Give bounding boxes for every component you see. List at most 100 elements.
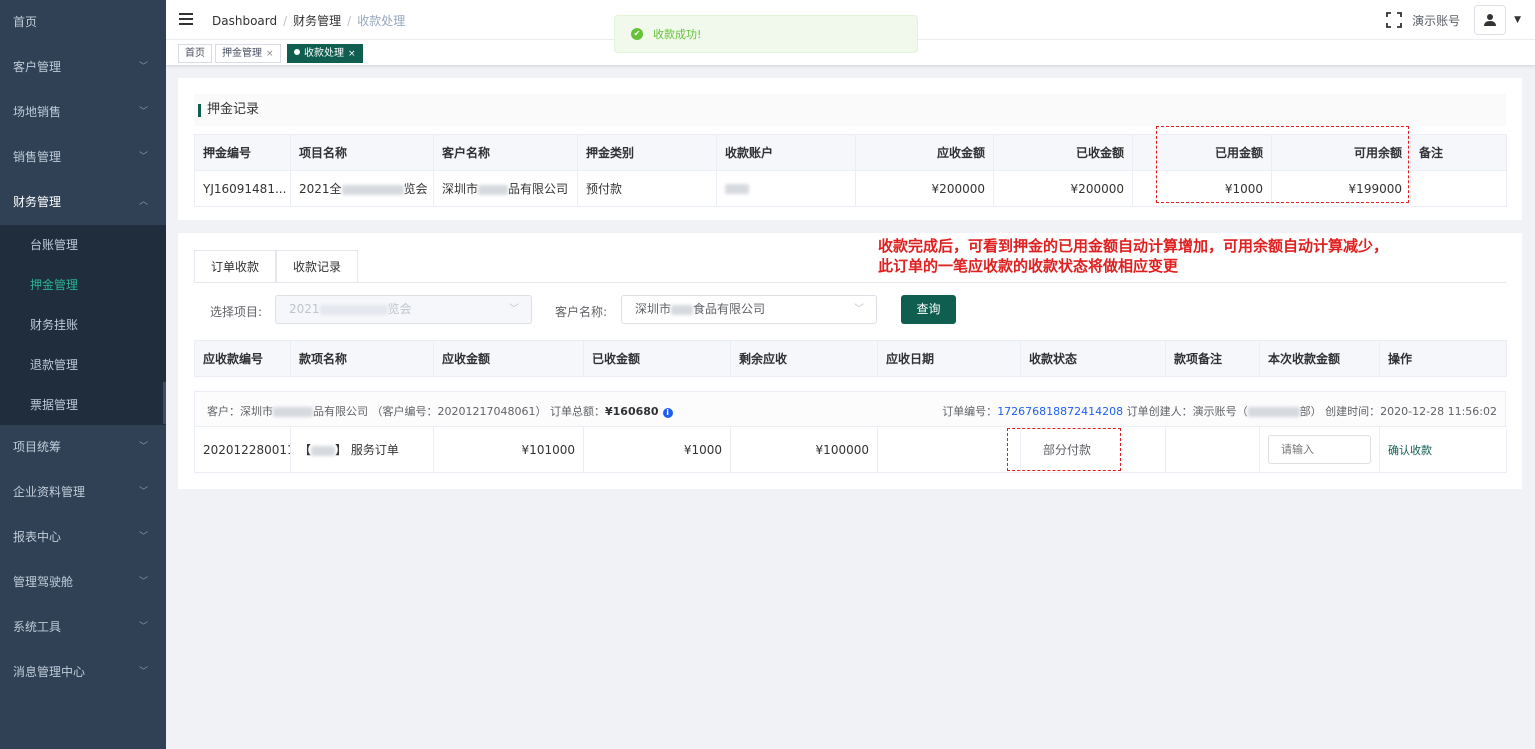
confirm-collection-link[interactable]: 确认收款 [1388, 444, 1432, 457]
project-name: 2021全 览会 [290, 170, 434, 207]
sidebar-item-home[interactable]: 首页 [0, 0, 166, 45]
menu-toggle-icon[interactable] [179, 13, 193, 25]
sidebar-scrollbar[interactable] [163, 382, 166, 424]
receivable-amount: ¥200000 [855, 170, 994, 207]
column-header: 操作 [1379, 340, 1507, 377]
sidebar-item-label: 场地销售 [13, 105, 62, 119]
sidebar-item-project[interactable]: 项目统筹 ﹀ [0, 425, 166, 470]
chevron-up-icon: ︿ [138, 197, 148, 207]
item-remark [1165, 426, 1260, 473]
sidebar-subitem-invoice[interactable]: 票据管理 [0, 385, 166, 425]
remaining-amount: ¥100000 [730, 426, 878, 473]
action-cell: 确认收款 [1379, 426, 1507, 473]
sidebar-item-label: 企业资料管理 [13, 485, 86, 499]
payment-amount-input[interactable] [1268, 435, 1371, 464]
sidebar-item-sales[interactable]: 销售管理 ﹀ [0, 135, 166, 180]
tag-collection[interactable]: 收款处理 × [287, 44, 363, 63]
received-amount: ¥200000 [993, 170, 1133, 207]
created-time: 2020-12-28 11:56:02 [1380, 405, 1497, 418]
close-icon[interactable]: × [266, 49, 274, 59]
sidebar-subitem-deposit[interactable]: 押金管理 [0, 265, 166, 305]
sidebar-item-label: 财务管理 [13, 195, 62, 209]
tab-collection-records[interactable]: 收款记录 [276, 250, 359, 283]
annotation-line: 收款完成后，可看到押金的已用金额自动计算增加，可用余额自动计算减少， [878, 237, 1389, 255]
chevron-down-icon: ﹀ [138, 667, 148, 677]
deposit-category: 预付款 [577, 170, 717, 207]
avatar[interactable] [1474, 5, 1507, 35]
sidebar-item-label: 系统工具 [13, 620, 62, 634]
order-number-link[interactable]: 172676818872414208 [997, 405, 1123, 418]
customer-select[interactable]: 深圳市 食品有限公司 ﹀ [621, 295, 877, 324]
check-circle-icon: ✔ [631, 28, 643, 40]
chevron-down-icon: ﹀ [138, 442, 148, 452]
sidebar-item-enterprise[interactable]: 企业资料管理 ﹀ [0, 470, 166, 515]
chevron-down-icon: ﹀ [138, 577, 148, 587]
column-header: 客户名称 [433, 134, 578, 171]
project-label: 选择项目: [210, 305, 263, 319]
received-amount: ¥1000 [583, 426, 731, 473]
sidebar-item-tools[interactable]: 系统工具 ﹀ [0, 605, 166, 650]
item-name: 【】 服务订单 [290, 426, 434, 473]
sidebar-item-finance[interactable]: 财务管理 ︿ [0, 180, 166, 225]
toast-text: 收款成功! [653, 28, 702, 41]
sidebar-item-label: 报表中心 [13, 530, 62, 544]
sidebar-subitem-ledger[interactable]: 台账管理 [0, 225, 166, 265]
due-date [877, 426, 1021, 473]
sidebar-item-customer[interactable]: 客户管理 ﹀ [0, 45, 166, 90]
column-header: 收款账户 [716, 134, 856, 171]
column-header: 剩余应收 [730, 340, 878, 377]
tag-home[interactable]: 首页 [178, 44, 212, 63]
customer-label: 客户名称: [555, 305, 608, 319]
fullscreen-icon[interactable] [1386, 12, 1402, 28]
sidebar-item-label: 消息管理中心 [13, 665, 86, 679]
column-header: 款项备注 [1165, 340, 1260, 377]
chevron-down-icon: ﹀ [509, 304, 519, 315]
tag-deposit[interactable]: 押金管理 × [215, 44, 281, 63]
chevron-down-icon: ﹀ [854, 304, 864, 315]
customer-name: 深圳市 品有限公司 [433, 170, 578, 207]
breadcrumb-item[interactable]: Dashboard [212, 14, 277, 28]
caret-down-icon[interactable]: ▼ [1514, 15, 1521, 25]
project-select[interactable]: 2021 览会 ﹀ [275, 295, 532, 324]
close-icon[interactable]: × [348, 49, 356, 59]
chevron-down-icon: ﹀ [138, 107, 148, 117]
section-title: 押金记录 [194, 94, 1506, 126]
account-name: 演示账号 [1412, 13, 1461, 28]
sidebar-item-label: 项目统筹 [13, 440, 62, 454]
sidebar: 首页 客户管理 ﹀ 场地销售 ﹀ 销售管理 ﹀ 财务管理 ︿ 台账管理 押金管理 财务挂… [0, 0, 166, 749]
column-header: 收款状态 [1020, 340, 1166, 377]
finance-submenu: 台账管理 押金管理 财务挂账 退款管理 票据管理 [0, 225, 166, 425]
order-info-bar: 客户：深圳市 品有限公司 （客户编号：20201217048061） 订单总额：¥… [194, 391, 1506, 427]
deposit-code: YJ16091481... [194, 170, 291, 207]
sidebar-item-venue-sales[interactable]: 场地销售 ﹀ [0, 90, 166, 135]
breadcrumb-item: 收款处理 [357, 14, 406, 28]
column-header: 项目名称 [290, 134, 434, 171]
column-header: 本次收款金额 [1259, 340, 1380, 377]
column-header: 已收金额 [993, 134, 1133, 171]
sidebar-item-reports[interactable]: 报表中心 ﹀ [0, 515, 166, 560]
info-icon[interactable]: i [662, 408, 673, 418]
receiving-account [716, 170, 856, 207]
receivable-code: 202012280011 [194, 426, 291, 473]
column-header: 应收金额 [433, 340, 584, 377]
query-button[interactable]: 查询 [901, 295, 956, 324]
sidebar-item-cockpit[interactable]: 管理驾驶舱 ﹀ [0, 560, 166, 605]
chevron-down-icon: ﹀ [138, 622, 148, 632]
sidebar-item-messages[interactable]: 消息管理中心 ﹀ [0, 650, 166, 695]
column-header: 款项名称 [290, 340, 434, 377]
receivables-table: 202012280011 【】 服务订单 ¥101000 ¥1000 ¥1000… [194, 426, 1507, 473]
column-header: 备注 [1410, 134, 1507, 171]
sidebar-item-label: 客户管理 [13, 60, 62, 74]
sidebar-item-label: 管理驾驶舱 [13, 575, 74, 589]
user-icon [1484, 14, 1497, 26]
receivable-amount: ¥101000 [433, 426, 584, 473]
sidebar-subitem-credit[interactable]: 财务挂账 [0, 305, 166, 345]
sidebar-subitem-refund[interactable]: 退款管理 [0, 345, 166, 385]
annotation-text: 收款完成后，可看到押金的已用金额自动计算增加，可用余额自动计算减少， 此订单的一… [878, 236, 1388, 276]
receivables-header-table: 应收款编号 款项名称 应收金额 已收金额 剩余应收 应收日期 收款状态 款项备注… [194, 340, 1507, 377]
column-header: 应收日期 [877, 340, 1021, 377]
sidebar-item-label: 首页 [13, 15, 38, 29]
chevron-down-icon: ﹀ [138, 532, 148, 542]
tab-order-collection[interactable]: 订单收款 [194, 250, 277, 283]
column-header: 押金类别 [577, 134, 717, 171]
